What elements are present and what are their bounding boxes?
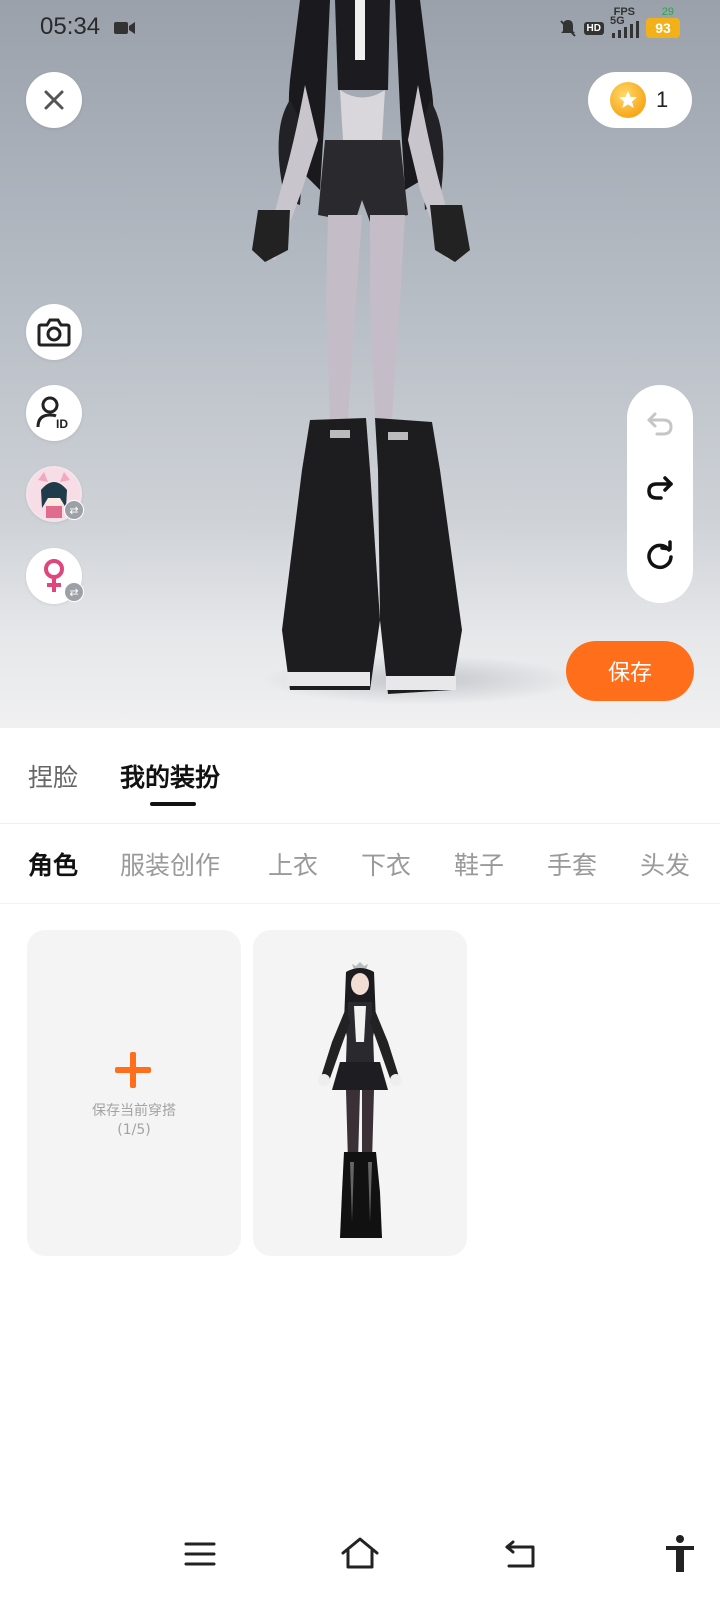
add-outfit-label: 保存当前穿搭 [92,1103,176,1119]
gender-swap-button[interactable]: ⇄ [26,548,84,604]
avatar-viewport[interactable]: 05:34 FPS 29 HD 5G 93 1 ID ⇄ ⇄ 保存 [0,0,720,728]
swap-icon: ⇄ [64,500,84,520]
mute-bell-icon [559,20,576,37]
camera-icon [37,318,71,347]
home-button[interactable] [336,1530,384,1578]
close-button[interactable] [26,72,82,128]
category-tab-tops[interactable]: 上衣 [268,846,318,882]
category-tab-bottoms[interactable]: 下衣 [361,846,411,882]
active-tab-indicator [150,802,196,806]
redo-icon [647,476,673,500]
saved-outfit-card[interactable] [253,930,467,1256]
menu-button[interactable] [176,1530,224,1578]
battery-icon: 93 [646,18,680,38]
camera-button[interactable] [26,304,82,360]
status-time: 05:34 [40,13,101,40]
save-button[interactable]: 保存 [566,641,694,701]
svg-text:ID: ID [56,417,68,431]
system-nav-bar [0,1512,720,1600]
coin-count: 1 [656,87,669,112]
category-tab-hair[interactable]: 头发 [640,846,690,882]
video-camera-icon [114,22,135,34]
accessibility-button[interactable] [656,1530,704,1578]
undo-button[interactable] [640,403,680,443]
category-tab-gloves[interactable]: 手套 [547,846,597,882]
redo-button[interactable] [640,469,680,509]
outfit-count: (1/5) [117,1122,151,1138]
avatar-id-icon: ID [36,396,68,431]
category-tab-character[interactable]: 角色 [28,846,78,882]
outfit-thumbnail [318,962,402,1238]
add-outfit-card[interactable]: 保存当前穿搭 (1/5) [27,930,241,1256]
swap-icon: ⇄ [64,582,84,602]
category-tab-clothing-design[interactable]: 服装创作 [120,846,220,882]
star-coin-icon [610,82,646,118]
coin-balance[interactable]: 1 [588,72,692,128]
undo-icon [647,412,673,436]
mode-tabs: 捏脸 我的装扮 [0,728,720,824]
avatar-3d-model[interactable] [230,0,490,712]
reset-button[interactable] [640,535,680,575]
status-bar: 05:34 FPS 29 HD 5G 93 [0,0,720,56]
category-tabs: 角色 服装创作 上衣 下衣 鞋子 手套 头发 [0,824,720,904]
plus-icon [115,1052,151,1088]
hd-icon: HD [583,21,604,35]
menu-icon [184,1542,216,1566]
signal-icon: 5G [610,15,640,39]
reset-icon [647,540,673,570]
status-icons: HD 5G 93 [558,8,680,48]
character-swap-button[interactable]: ⇄ [26,466,84,522]
back-icon [505,1540,535,1568]
back-button[interactable] [496,1530,544,1578]
tab-face[interactable]: 捏脸 [28,758,78,794]
tab-my-outfits[interactable]: 我的装扮 [120,758,220,794]
accessibility-icon [666,1535,694,1572]
avatar-id-button[interactable]: ID [26,385,82,441]
close-icon [44,90,64,110]
home-icon [341,1537,379,1569]
history-controls [627,385,693,603]
category-tab-shoes[interactable]: 鞋子 [454,846,504,882]
